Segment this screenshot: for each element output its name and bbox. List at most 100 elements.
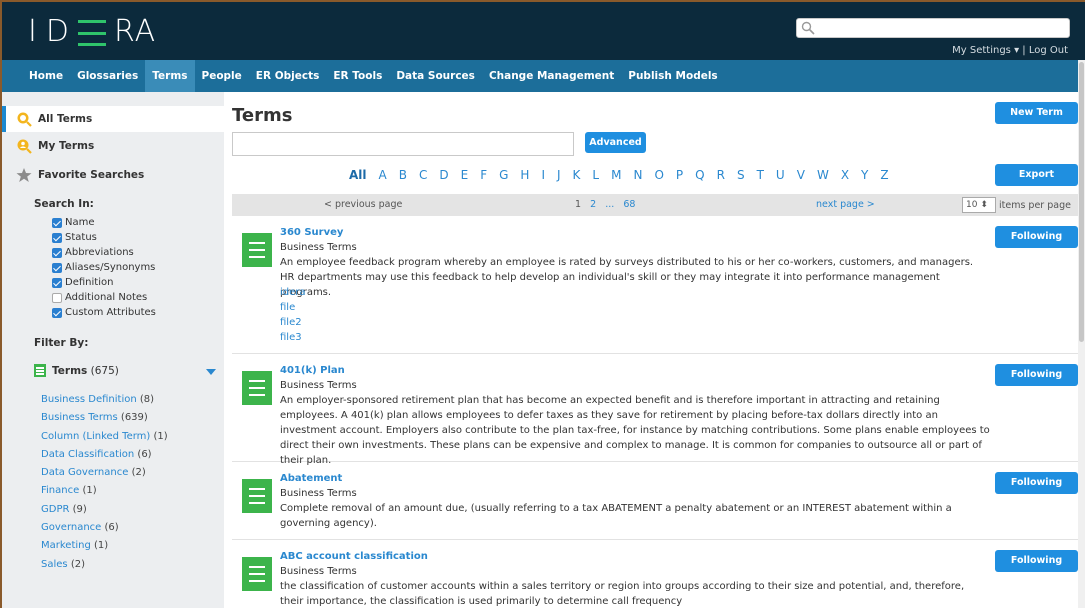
main-nav: Home Glossaries Terms People ER Objects …: [2, 60, 1085, 92]
new-term-button[interactable]: New Term: [995, 102, 1078, 124]
nav-terms[interactable]: Terms: [145, 60, 195, 92]
search-in-options: Name Status Abbreviations Aliases/Synony…: [52, 215, 156, 320]
attachment-link[interactable]: idera: [280, 285, 306, 300]
page-scrollbar[interactable]: [1078, 60, 1085, 608]
page-link[interactable]: 68: [623, 199, 635, 210]
letter-filter[interactable]: T: [757, 168, 764, 182]
search-in-aliases[interactable]: Aliases/Synonyms: [52, 260, 156, 275]
search-in-custom-attributes[interactable]: Custom Attributes: [52, 305, 156, 320]
following-button[interactable]: Following: [995, 226, 1078, 248]
checkbox-checked-icon: [52, 262, 62, 273]
next-page-link[interactable]: next page >: [816, 199, 875, 210]
term-title-link[interactable]: ABC account classification: [280, 551, 428, 562]
nav-er-tools[interactable]: ER Tools: [326, 60, 389, 92]
filter-item[interactable]: Business Definition (8): [41, 391, 168, 409]
term-type: Business Terms: [280, 488, 357, 499]
term-title-link[interactable]: 360 Survey: [280, 227, 343, 238]
user-links[interactable]: My Settings ▾ | Log Out: [952, 45, 1068, 56]
sidebar-all-terms[interactable]: All Terms: [2, 106, 224, 132]
letter-filter[interactable]: R: [717, 168, 725, 182]
filter-terms-label: Terms: [52, 364, 88, 377]
letter-filter[interactable]: N: [633, 168, 642, 182]
letter-filter[interactable]: W: [817, 168, 829, 182]
attachment-link[interactable]: file2: [280, 315, 306, 330]
nav-home[interactable]: Home: [22, 60, 70, 92]
following-button[interactable]: Following: [995, 472, 1078, 494]
previous-page-link[interactable]: < previous page: [324, 199, 402, 210]
nav-er-objects[interactable]: ER Objects: [249, 60, 327, 92]
letter-filter[interactable]: C: [419, 168, 427, 182]
filter-item[interactable]: Governance (6): [41, 519, 168, 537]
letter-filter[interactable]: V: [797, 168, 805, 182]
items-per-page-select[interactable]: 10 ⬍: [962, 197, 996, 213]
idera-logo[interactable]: I D RA: [28, 14, 156, 50]
filter-terms-group[interactable]: Terms (675): [34, 364, 119, 377]
page-link[interactable]: 2: [590, 199, 596, 210]
current-page: 1: [575, 199, 582, 210]
attachment-link[interactable]: file3: [280, 330, 306, 345]
letter-filter[interactable]: A: [379, 168, 387, 182]
letter-filter[interactable]: Z: [880, 168, 888, 182]
letter-filter[interactable]: Y: [861, 168, 868, 182]
letter-filter[interactable]: H: [520, 168, 529, 182]
filter-item[interactable]: Sales (2): [41, 556, 168, 574]
letter-all-filter[interactable]: All: [349, 168, 367, 182]
letter-filter[interactable]: X: [841, 168, 849, 182]
following-button[interactable]: Following: [995, 364, 1078, 386]
filter-item[interactable]: GDPR (9): [41, 501, 168, 519]
search-in-abbreviations[interactable]: Abbreviations: [52, 245, 156, 260]
search-icon: [801, 21, 815, 35]
letter-filter[interactable]: I: [541, 168, 545, 182]
letter-filter[interactable]: F: [480, 168, 487, 182]
user-magnifier-icon: [17, 139, 32, 154]
scrollbar-thumb[interactable]: [1079, 62, 1084, 342]
document-icon: [242, 557, 272, 591]
attachment-link[interactable]: file: [280, 300, 306, 315]
nav-publish-models[interactable]: Publish Models: [621, 60, 724, 92]
nav-change-management[interactable]: Change Management: [482, 60, 621, 92]
list-item: Abatement Business Terms Complete remova…: [232, 462, 1085, 540]
items-per-page-value: 10: [966, 200, 978, 210]
term-title-link[interactable]: Abatement: [280, 473, 342, 484]
filter-item[interactable]: Marketing (1): [41, 537, 168, 555]
search-in-definition[interactable]: Definition: [52, 275, 156, 290]
letter-filter[interactable]: B: [399, 168, 407, 182]
search-in-additional-notes[interactable]: Additional Notes: [52, 290, 156, 305]
nav-data-sources[interactable]: Data Sources: [389, 60, 482, 92]
term-title-link[interactable]: 401(k) Plan: [280, 365, 345, 376]
letter-filter[interactable]: J: [557, 168, 561, 182]
checkbox-checked-icon: [52, 232, 62, 243]
search-in-status[interactable]: Status: [52, 230, 156, 245]
option-label: Additional Notes: [65, 292, 148, 303]
advanced-search-button[interactable]: Advanced: [585, 132, 646, 153]
letter-filter[interactable]: L: [592, 168, 599, 182]
letter-filter[interactable]: D: [439, 168, 448, 182]
global-search-input[interactable]: [796, 18, 1070, 38]
caret-down-icon[interactable]: [206, 369, 216, 375]
filter-item[interactable]: Business Terms (639): [41, 409, 168, 427]
sidebar-favorite-searches[interactable]: Favorite Searches: [2, 162, 224, 188]
letter-filter[interactable]: U: [776, 168, 785, 182]
letter-filter[interactable]: Q: [695, 168, 704, 182]
letter-filter[interactable]: S: [737, 168, 745, 182]
letter-filter[interactable]: E: [461, 168, 469, 182]
filter-item[interactable]: Data Classification (6): [41, 446, 168, 464]
filter-item[interactable]: Finance (1): [41, 482, 168, 500]
following-button[interactable]: Following: [995, 550, 1078, 572]
search-in-label: Search In:: [34, 198, 94, 210]
sidebar-my-terms[interactable]: My Terms: [2, 133, 224, 159]
letter-filter[interactable]: K: [573, 168, 581, 182]
letter-filter[interactable]: M: [611, 168, 621, 182]
letter-filter[interactable]: P: [676, 168, 683, 182]
sidebar-favorite-searches-label: Favorite Searches: [38, 169, 145, 181]
nav-glossaries[interactable]: Glossaries: [70, 60, 145, 92]
filter-item[interactable]: Column (Linked Term) (1): [41, 428, 168, 446]
page-numbers: 1 2 ... 68: [575, 199, 635, 210]
term-search-input[interactable]: [232, 132, 574, 156]
letter-filter[interactable]: G: [499, 168, 508, 182]
export-button[interactable]: Export: [995, 164, 1078, 186]
nav-people[interactable]: People: [195, 60, 249, 92]
filter-item[interactable]: Data Governance (2): [41, 464, 168, 482]
search-in-name[interactable]: Name: [52, 215, 156, 230]
letter-filter[interactable]: O: [654, 168, 663, 182]
